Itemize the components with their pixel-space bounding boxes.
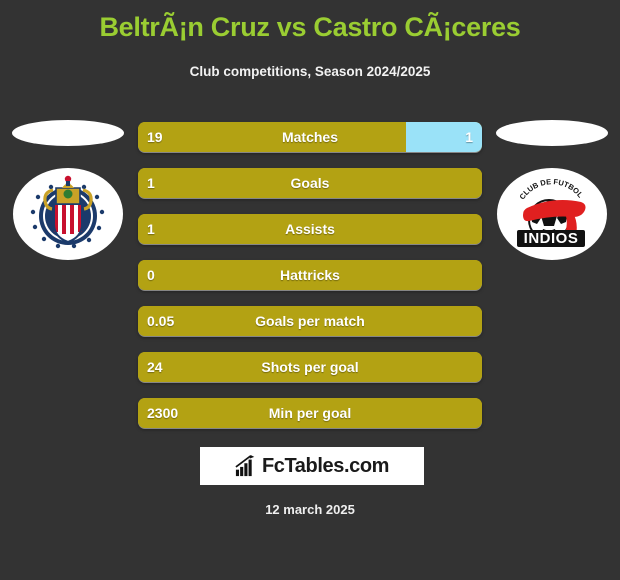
chivas-guadalajara-crest-icon	[13, 168, 123, 260]
fctables-brand-logo[interactable]: FcTables.com	[200, 447, 424, 485]
stat-label: Assists	[285, 221, 335, 237]
indios-crest-icon: CLUB DE FUTBOL INDIOS	[497, 168, 607, 260]
stats-list: 19 Matches 1 1 Goals 1 Assists 0 Hattric…	[138, 122, 482, 444]
stat-row[interactable]: 2300 Min per goal	[138, 398, 482, 428]
stat-row[interactable]: 0.05 Goals per match	[138, 306, 482, 336]
page-title: BeltrÃ¡n Cruz vs Castro CÃ¡ceres	[99, 12, 521, 42]
bar-chart-icon	[235, 455, 255, 477]
svg-text:CLUB DE FUTBOL: CLUB DE FUTBOL	[518, 177, 586, 201]
stat-right-value: 1	[465, 129, 473, 145]
svg-text:INDIOS: INDIOS	[524, 230, 579, 247]
stat-label: Min per goal	[268, 405, 352, 421]
stat-row[interactable]: 24 Shots per goal	[138, 352, 482, 382]
stat-row[interactable]: 1 Assists	[138, 214, 482, 244]
stat-label: Shots per goal	[261, 359, 359, 375]
stat-label: Goals	[290, 175, 330, 191]
brand-text: FcTables.com	[261, 454, 390, 477]
left-logo-shine	[12, 120, 124, 146]
left-team-logo[interactable]	[8, 120, 128, 260]
stat-row[interactable]: 19 Matches 1	[138, 122, 482, 152]
right-logo-shine	[496, 120, 608, 146]
stat-row[interactable]: 0 Hattricks	[138, 260, 482, 290]
stat-comparison-page: BeltrÃ¡n Cruz vs Castro CÃ¡ceres Club co…	[0, 0, 620, 580]
generated-date: 12 march 2025	[265, 502, 355, 517]
stat-label: Matches	[281, 129, 339, 145]
right-team-logo[interactable]: CLUB DE FUTBOL INDIOS	[492, 120, 612, 260]
stat-label: Goals per match	[255, 313, 365, 329]
stat-label: Hattricks	[280, 267, 340, 283]
stat-row[interactable]: 1 Goals	[138, 168, 482, 198]
page-subtitle: Club competitions, Season 2024/2025	[189, 64, 431, 79]
